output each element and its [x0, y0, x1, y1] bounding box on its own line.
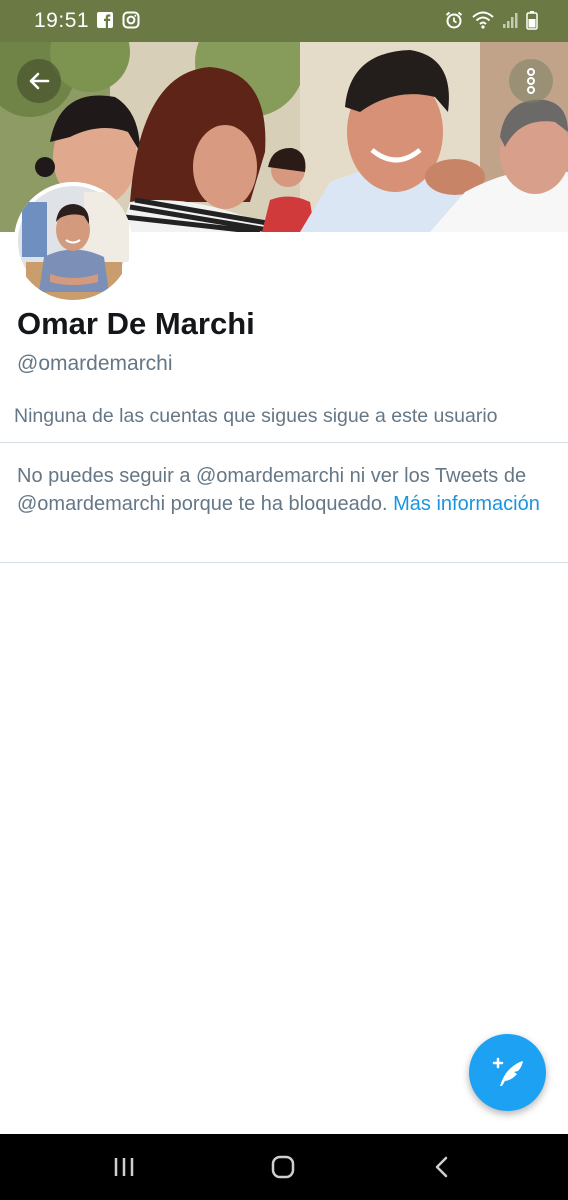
back-icon [435, 1156, 448, 1178]
signal-icon [503, 13, 518, 28]
compose-tweet-icon [492, 1057, 523, 1086]
instagram-icon [122, 11, 140, 29]
blocked-notice: No puedes seguir a @omardemarchi ni ver … [17, 462, 547, 518]
system-icons [444, 10, 538, 30]
followers-you-know-note: Ninguna de las cuentas que sigues sigue … [14, 405, 498, 427]
battery-icon [526, 11, 538, 30]
profile-handle: @omardemarchi [17, 352, 173, 375]
divider [0, 442, 568, 443]
back-arrow-icon [29, 72, 50, 90]
status-time: 19:51 [34, 9, 90, 32]
notification-icons [96, 11, 140, 29]
system-back-button[interactable] [402, 1134, 482, 1200]
system-navigation-bar [0, 1134, 568, 1200]
home-button[interactable] [243, 1134, 323, 1200]
wifi-icon [472, 11, 494, 29]
recent-apps-icon [114, 1158, 134, 1176]
avatar[interactable] [14, 182, 132, 300]
facebook-icon [97, 12, 113, 28]
display-name: Omar De Marchi [17, 306, 255, 341]
more-options-button[interactable] [509, 59, 553, 103]
divider [0, 562, 568, 563]
status-bar: 19:51 [0, 0, 568, 42]
home-icon [271, 1155, 295, 1179]
avatar-photo [14, 182, 132, 300]
alarm-icon [445, 11, 463, 29]
back-button[interactable] [17, 59, 61, 103]
compose-tweet-button[interactable] [469, 1034, 546, 1111]
recent-apps-button[interactable] [84, 1134, 164, 1200]
more-info-link[interactable]: Más información [393, 493, 540, 515]
more-vertical-icon [527, 68, 535, 94]
